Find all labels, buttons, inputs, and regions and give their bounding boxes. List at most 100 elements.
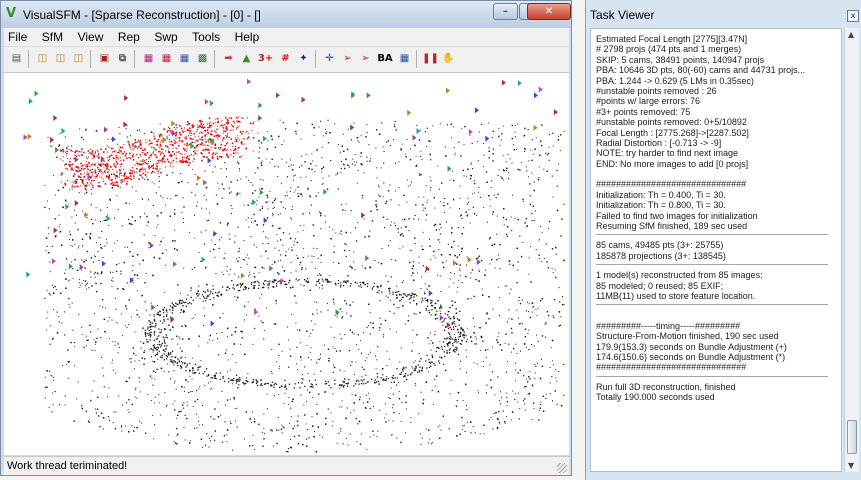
scroll-up-icon[interactable]: ▲ [848,30,854,39]
log-line: Initialization: Th = 0.400, Ti = 30. [596,189,726,200]
document-icon: ▤ [11,53,22,64]
log-line: Totally 190.000 seconds used [596,392,715,403]
toolbar-separator [90,50,91,68]
minimize-button[interactable]: – [493,3,518,20]
task-viewer-scrollbar[interactable]: ▲ ▼ [844,28,859,472]
ba-label: BA [377,53,393,64]
title-bar[interactable]: V VisualSFM - [Sparse Reconstruction] - … [1,1,571,28]
show-features-button[interactable]: ✦ [295,50,312,67]
toolbar-separator [28,50,29,68]
log-line: #########-----timing-----######### [596,320,741,331]
reconstruct-sparse-button[interactable]: ➡ [220,50,237,67]
log-line: END: No more images to add [0 projs] [596,158,749,169]
log-line: 1 model(s) reconstructed from 85 images; [596,270,763,281]
point-cloud-black-points [44,119,565,453]
task-viewer-log: Estimated Focal Length [2775][3.47N] # 27… [590,28,842,472]
log-separator [596,234,828,236]
scroll-thumb[interactable] [847,420,857,454]
window-title: VisualSFM - [Sparse Reconstruction] - [0… [23,8,261,22]
compute-matches-button[interactable]: ▦ [158,50,175,67]
three-plus-button[interactable]: 3+ [256,50,275,67]
close-button[interactable]: ✕ [527,3,571,20]
sparse-reconstruction-view[interactable] [4,73,569,455]
log-separator [596,264,828,266]
log-line: 185878 projections (3+: 138545) [596,250,726,261]
grid-icon: ▦ [179,53,190,64]
menu-swp[interactable]: Swp [150,28,181,44]
menu-sfm[interactable]: SfM [38,28,67,44]
log-line: #unstable points removed : 26 [596,85,717,96]
log-separator [596,304,828,306]
visualsfm-app-icon: V [6,6,17,21]
task-viewer-close-icon[interactable]: x [847,10,859,22]
menu-view[interactable]: View [74,28,108,44]
log-line: ############################## [596,179,747,190]
copy-button[interactable]: ⧉ [114,50,131,67]
copy-icon: ⧉ [118,53,127,64]
match-pairs-button[interactable]: ▦ [176,50,193,67]
table-icon: ▦ [399,53,410,64]
menu-rep[interactable]: Rep [114,28,144,44]
open-images-button[interactable]: ◫ [34,50,51,67]
log-line: Run full 3D reconstruction, finished [596,381,736,392]
log-line: Focal Length : [2775.268]->[2287.502] [596,127,749,138]
close-icon: ✕ [544,6,554,17]
pause-button[interactable]: ❚❚ [422,50,439,67]
point-cloud [23,78,565,453]
log-line: PBA: 10646 3D pts, 80(-60) cams and 4473… [596,65,806,76]
matrix-icon: ▩ [197,53,208,64]
menu-tools[interactable]: Tools [188,28,224,44]
log-line: Radial Distortion : [-0.713 -> -9] [596,137,722,148]
hash-button[interactable]: # [277,50,294,67]
pause-icon: ❚❚ [422,53,439,64]
point-cloud-red-points [56,116,255,189]
log-line: 179.9(153.3) seconds on Bundle Adjustmen… [596,341,787,352]
log-line: Structure-From-Motion finished, 190 sec … [596,331,779,342]
camera-markers [23,78,558,329]
log-line: 11MB(11) used to store feature location. [596,290,756,301]
log-line: PBA: 1.244 -> 0.629 (5 LMs in 0.35sec) [596,75,754,86]
grid-icon: ▦ [161,53,172,64]
log-separator [596,375,828,377]
next-button[interactable]: ➢ [339,50,356,67]
camera-view-button[interactable]: ✛ [321,50,338,67]
open-folder-icon: ◫ [73,53,84,64]
menu-bar: File SfM View Rep Swp Tools Help [4,28,569,47]
log-line: Initialization: Th = 0.800, Ti = 30. [596,200,726,211]
save-button[interactable]: ▣ [96,50,113,67]
log-line: Failed to find two images for initializa… [596,210,758,221]
exif-button[interactable]: ▦ [396,50,413,67]
sfm-icon: ➡ [224,53,233,64]
open-folder-icon: ◫ [37,53,48,64]
menu-help[interactable]: Help [231,28,264,44]
compute-features-button[interactable]: ▦ [140,50,157,67]
log-line: NOTE: try harder to find next image [596,148,739,159]
task-viewer-title: Task Viewer [590,8,655,22]
log-line: 85 modeled; 0 reused; 85 EXIF; [596,280,724,291]
log-line: #3+ points removed: 75 [596,106,691,117]
dense-button[interactable]: ➢ [357,50,374,67]
log-line: #unstable points removed: 0+5/10892 [596,117,747,128]
visualsfm-window: V VisualSFM - [Sparse Reconstruction] - … [0,0,572,476]
hand-icon: ✋ [442,53,455,64]
log-blank-line [596,169,841,179]
lock-button[interactable]: ▲ [238,50,255,67]
grid-icon: ▦ [143,53,154,64]
three-plus-label: 3+ [257,53,274,64]
show-matrix-button[interactable]: ▩ [194,50,211,67]
log-window-button[interactable]: ▤ [8,50,25,67]
open-folder-icon: ◫ [55,53,66,64]
hand-button[interactable]: ✋ [440,50,457,67]
log-line: 85 cams, 49485 pts (3+: 25755) [596,240,724,251]
status-bar: Work thread teriminated! [4,456,569,475]
bundle-adjust-button[interactable]: BA [375,50,395,67]
open-multi-button[interactable]: ◫ [70,50,87,67]
log-line: SKIP: 5 cams, 38491 points, 140947 projs [596,54,765,65]
open-model-button[interactable]: ◫ [52,50,69,67]
minimize-icon: – [503,6,508,17]
status-text: Work thread teriminated! [7,460,128,472]
menu-file[interactable]: File [4,28,31,44]
resize-grip-icon[interactable] [557,463,567,473]
scroll-down-icon[interactable]: ▼ [848,461,854,470]
toolbar-separator [134,50,135,68]
